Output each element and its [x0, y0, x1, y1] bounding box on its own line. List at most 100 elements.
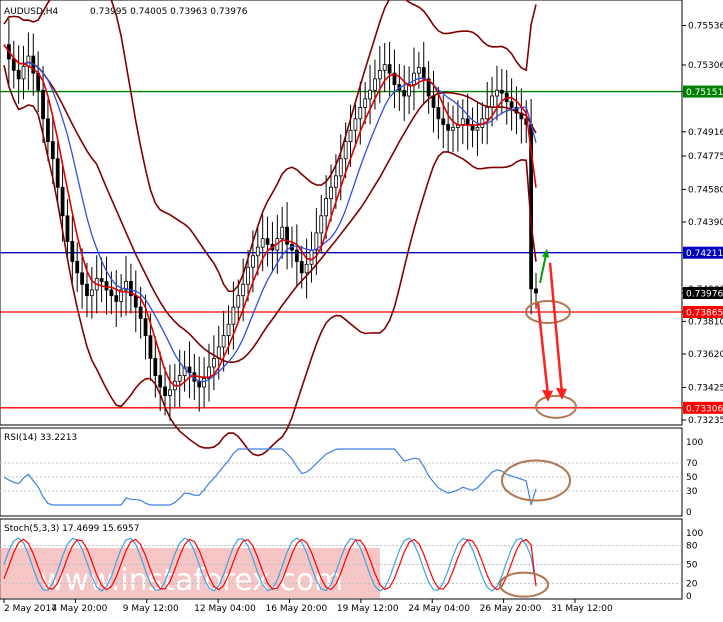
candle-body: [309, 249, 314, 265]
price-tag-label: 0.75151: [686, 88, 723, 98]
candle-body: [197, 380, 202, 388]
candle-body: [446, 124, 451, 131]
candle-body: [451, 126, 455, 131]
time-axis-label: 2 May 2017: [4, 604, 57, 614]
candle-body: [241, 283, 246, 297]
time-axis-label: 31 May 12:00: [551, 604, 613, 614]
candle-body: [133, 295, 138, 308]
time-axis-label: 19 May 12:00: [337, 604, 399, 614]
time-axis-label: 9 May 12:00: [123, 604, 179, 614]
stoch-tick-label: 20: [686, 579, 698, 589]
watermark-text: www.instaforex.com: [40, 563, 343, 598]
candle-body: [509, 101, 514, 108]
candle-body: [294, 249, 299, 262]
rsi-panel: [0, 427, 683, 517]
candle-body: [231, 306, 236, 325]
candle-body: [280, 226, 285, 240]
candle-body: [163, 386, 167, 396]
candle-body: [377, 69, 382, 80]
price-tick-label: 0.75306: [688, 61, 723, 71]
price-tick-label: 0.75536: [688, 22, 723, 32]
time-axis-label: 16 May 20:00: [266, 604, 328, 614]
candle-body: [329, 186, 333, 200]
candle-body: [421, 67, 426, 80]
candle-body: [80, 272, 84, 285]
candle-body: [343, 141, 348, 160]
time-axis-label: 4 May 20:00: [51, 604, 107, 614]
price-panel: [0, 0, 683, 426]
stoch-tick-label: 80: [686, 542, 698, 552]
rsi-tick-label: 30: [686, 487, 698, 497]
candle-body: [324, 198, 329, 217]
candle-body: [304, 263, 309, 274]
candle-body: [265, 238, 270, 245]
rsi-title: RSI(14) 33.2213: [4, 433, 77, 443]
candle-body: [402, 89, 407, 97]
price-tick-label: 0.73425: [688, 383, 723, 393]
candle-body: [16, 69, 21, 80]
candle-body: [260, 238, 265, 248]
candle-body: [148, 335, 153, 359]
candle-body: [246, 266, 250, 285]
symbol-timeframe: AUDUSD,H4: [4, 7, 59, 17]
price-tick-label: 0.74916: [688, 128, 723, 138]
price-tag-label: 0.73976: [686, 289, 723, 299]
candle-body: [412, 72, 416, 85]
candle-body: [46, 118, 50, 143]
candle-body: [368, 89, 372, 100]
rsi-tick-label: 70: [686, 459, 698, 469]
candle-body: [138, 306, 143, 319]
candle-body: [460, 118, 465, 125]
candle-body: [485, 106, 490, 120]
candle-body: [221, 335, 226, 348]
candle-body: [436, 106, 441, 120]
candle-body: [55, 158, 60, 188]
candle-body: [431, 95, 436, 108]
candle-body: [465, 118, 470, 125]
candle-body: [299, 261, 304, 274]
candle-body: [21, 65, 26, 80]
candle-body: [348, 129, 353, 143]
candle-body: [104, 281, 109, 291]
candle-body: [319, 215, 324, 234]
candle-body: [499, 89, 504, 94]
candle-body: [85, 283, 89, 297]
candle-body: [60, 186, 65, 217]
time-axis-label: 12 May 04:00: [194, 604, 256, 614]
candle-body: [70, 241, 75, 262]
candle-body: [416, 67, 421, 74]
rsi-tick-label: 100: [686, 438, 703, 448]
price-tick-label: 0.74775: [688, 152, 723, 162]
candle-body: [50, 141, 55, 160]
price-tag-label: 0.74211: [686, 249, 723, 259]
candle-body: [358, 106, 363, 120]
rsi-tick-label: 50: [686, 473, 698, 483]
candle-body: [202, 378, 207, 388]
candle-body: [65, 215, 70, 242]
candle-body: [114, 295, 119, 302]
price-tag-label: 0.73865: [686, 309, 723, 319]
candle-body: [333, 175, 338, 188]
price-tick-label: 0.73620: [688, 350, 723, 360]
chart-window: www.instaforex.com AUDUSD,H4 0.73995 0.7…: [0, 0, 723, 618]
price-tick-label: 0.73810: [688, 317, 723, 327]
rsi-tick-label: 0: [686, 508, 692, 518]
candle-body: [11, 58, 16, 71]
price-tick-label: 0.74580: [688, 185, 723, 195]
stoch-tick-label: 50: [686, 561, 698, 571]
stoch-tick-label: 100: [686, 529, 703, 539]
candle-body: [89, 289, 94, 297]
candle-body: [373, 78, 377, 91]
chart-canvas[interactable]: www.instaforex.com AUDUSD,H4 0.73995 0.7…: [0, 0, 723, 618]
candle-body: [495, 89, 499, 97]
candle-body: [255, 246, 260, 257]
time-axis-label: 24 May 04:00: [408, 604, 470, 614]
candle-body: [475, 126, 480, 131]
candle-body: [387, 64, 392, 74]
candle-body: [353, 118, 358, 131]
price-tick-label: 0.73235: [688, 416, 723, 426]
candle-body: [75, 261, 80, 274]
price-tag-label: 0.73306: [686, 404, 723, 414]
candle-body: [314, 232, 319, 251]
candle-body: [338, 158, 343, 177]
